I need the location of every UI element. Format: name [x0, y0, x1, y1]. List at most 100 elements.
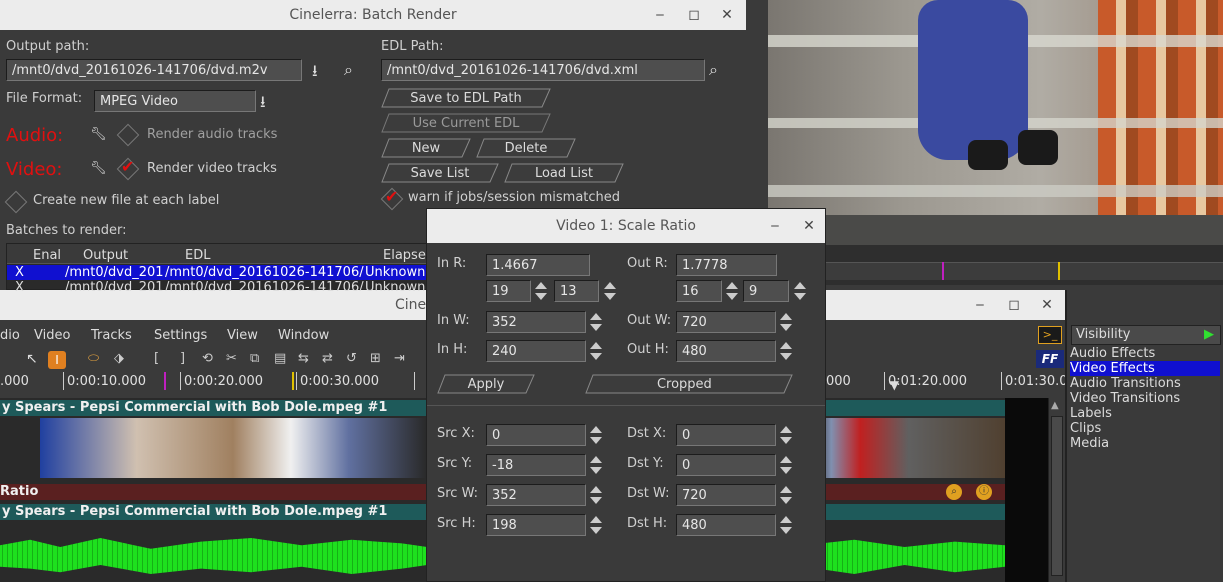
edit-tool-icon[interactable]: I [48, 351, 66, 369]
file-format-field[interactable]: MPEG Video [94, 90, 256, 112]
save-list-button[interactable]: Save List [381, 163, 499, 183]
splice-icon[interactable]: ⇄ [322, 351, 333, 366]
in-r-den-stepper[interactable] [603, 280, 617, 302]
mode-dropdown[interactable]: Cropped ▼ [585, 374, 899, 394]
resource-video-effects[interactable]: Video Effects [1070, 361, 1220, 376]
out-r-num-stepper[interactable] [725, 280, 739, 302]
save-edl-button[interactable]: Save to EDL Path [381, 88, 551, 108]
in-point-icon[interactable]: [ [154, 351, 159, 366]
dst-x-field[interactable]: 0 [676, 424, 776, 446]
maximize-icon[interactable]: ◻ [684, 0, 704, 30]
timeline-scrollbar[interactable]: ▲ [1048, 398, 1065, 582]
out-point-icon[interactable]: ] [180, 351, 185, 366]
menu-tracks[interactable]: Tracks [91, 328, 132, 343]
menu-view[interactable]: View [227, 328, 258, 343]
format-dropdown-icon[interactable]: ⭳ [260, 91, 266, 118]
terminal-icon[interactable]: >_ [1038, 326, 1062, 344]
keyframe-icon[interactable]: ⬭ [88, 351, 99, 366]
in-h-field[interactable]: 240 [486, 340, 586, 362]
cut-icon[interactable]: ✂ [226, 351, 237, 366]
close-icon[interactable]: ✕ [799, 211, 819, 241]
play-icon[interactable]: ▶ [1204, 327, 1214, 342]
load-list-button[interactable]: Load List [504, 163, 624, 183]
overwrite-icon[interactable]: ⇆ [298, 351, 309, 366]
copy-icon[interactable]: ⧉ [250, 351, 259, 366]
out-h-stepper[interactable] [779, 340, 793, 362]
label-icon[interactable]: ⬗ [114, 351, 124, 366]
viewer-timebar[interactable] [768, 245, 1223, 285]
batch-titlebar[interactable]: Cinelerra: Batch Render ‒ ◻ ✕ [0, 0, 746, 30]
dst-h-stepper[interactable] [779, 514, 793, 536]
dst-h-field[interactable]: 480 [676, 514, 776, 536]
delete-button[interactable]: Delete [476, 138, 576, 158]
col-enabled[interactable]: Enal [33, 248, 61, 263]
out-w-stepper[interactable] [779, 311, 793, 333]
col-elapsed[interactable]: Elapse [383, 248, 426, 263]
render-audio-checkbox[interactable] [116, 123, 140, 147]
resource-labels[interactable]: Labels [1070, 406, 1112, 421]
ff-icon[interactable]: FF [1036, 350, 1064, 368]
src-y-stepper[interactable] [589, 454, 603, 476]
src-w-stepper[interactable] [589, 484, 603, 506]
minimize-icon[interactable]: ‒ [970, 290, 990, 320]
fit-icon[interactable]: ⊞ [370, 351, 381, 366]
dst-x-stepper[interactable] [779, 424, 793, 446]
resource-audio-transitions[interactable]: Audio Transitions [1070, 376, 1181, 391]
visibility-header[interactable]: Visibility ▶ [1071, 325, 1221, 345]
menu-video[interactable]: Video [34, 328, 70, 343]
in-r-num-field[interactable]: 19 [486, 280, 531, 302]
snap-icon[interactable]: ⇥ [394, 351, 405, 366]
src-h-field[interactable]: 198 [486, 514, 586, 536]
edl-path-field[interactable]: /mnt0/dvd_20161026-141706/dvd.xml [381, 59, 705, 81]
apply-button[interactable]: Apply [437, 374, 535, 394]
src-w-field[interactable]: 352 [486, 484, 586, 506]
src-x-field[interactable]: 0 [486, 424, 586, 446]
magnify-icon[interactable]: ⌕ [946, 484, 962, 500]
menu-window[interactable]: Window [278, 328, 329, 343]
info-icon[interactable]: ⓘ [976, 484, 992, 500]
table-row[interactable]: X /mnt0/dvd_201 /mnt0/dvd_20161026-14170… [7, 280, 427, 291]
out-r-field[interactable]: 1.7778 [676, 254, 777, 276]
src-y-field[interactable]: -18 [486, 454, 586, 476]
col-edl[interactable]: EDL [185, 248, 210, 263]
download-arrow-icon[interactable]: ⭳ [312, 60, 318, 87]
audio-wrench-icon[interactable]: 🔧︎ [90, 127, 107, 142]
use-current-edl-button[interactable]: Use Current EDL [381, 113, 551, 133]
dst-w-field[interactable]: 720 [676, 484, 776, 506]
dst-w-stepper[interactable] [779, 484, 793, 506]
minimize-icon[interactable]: ‒ [650, 0, 670, 30]
loop-icon[interactable]: ⟲ [202, 351, 213, 366]
new-button[interactable]: New [381, 138, 471, 158]
dst-y-stepper[interactable] [779, 454, 793, 476]
resource-audio-effects[interactable]: Audio Effects [1070, 346, 1220, 361]
paste-icon[interactable]: ▤ [274, 351, 286, 366]
create-new-file-checkbox[interactable] [4, 190, 28, 214]
maximize-icon[interactable]: ◻ [1004, 290, 1024, 320]
in-r-den-field[interactable]: 13 [554, 280, 599, 302]
menu-audio[interactable]: dio [0, 328, 20, 343]
out-r-den-stepper[interactable] [793, 280, 807, 302]
edl-search-icon[interactable]: ⌕ [709, 60, 718, 80]
dst-y-field[interactable]: 0 [676, 454, 776, 476]
out-w-field[interactable]: 720 [676, 311, 776, 333]
src-x-stepper[interactable] [589, 424, 603, 446]
in-w-field[interactable]: 352 [486, 311, 586, 333]
close-icon[interactable]: ✕ [1037, 290, 1057, 320]
out-r-num-field[interactable]: 16 [676, 280, 722, 302]
in-r-field[interactable]: 1.4667 [486, 254, 590, 276]
minimize-icon[interactable]: ‒ [765, 211, 785, 241]
video-wrench-icon[interactable]: 🔧︎ [90, 161, 107, 176]
col-output[interactable]: Output [83, 248, 128, 263]
arrow-tool-icon[interactable]: ↖ [26, 351, 38, 367]
src-h-stepper[interactable] [589, 514, 603, 536]
in-r-num-stepper[interactable] [534, 280, 548, 302]
output-path-field[interactable]: /mnt0/dvd_20161026-141706/dvd.m2v [6, 59, 302, 81]
in-h-stepper[interactable] [589, 340, 603, 362]
resource-clips[interactable]: Clips [1070, 421, 1101, 436]
resource-video-transitions[interactable]: Video Transitions [1070, 391, 1180, 406]
out-r-den-field[interactable]: 9 [743, 280, 789, 302]
out-h-field[interactable]: 480 [676, 340, 776, 362]
scale-titlebar[interactable]: Video 1: Scale Ratio ‒ ✕ [427, 209, 825, 243]
search-icon[interactable]: ⌕ [344, 60, 353, 80]
table-row[interactable]: X /mnt0/dvd_201 /mnt0/dvd_20161026-14170… [7, 265, 427, 280]
